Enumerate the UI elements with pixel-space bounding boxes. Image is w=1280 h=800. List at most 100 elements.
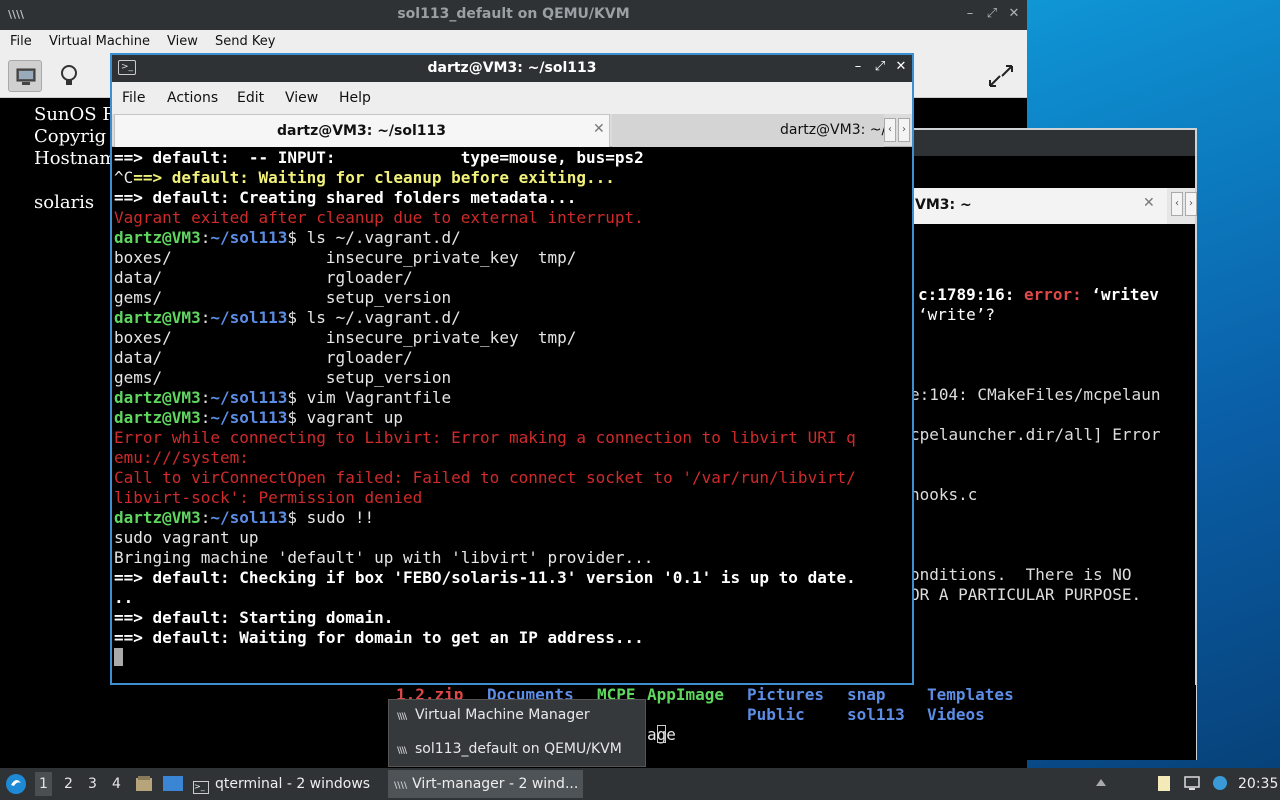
terminal-cursor xyxy=(114,648,123,666)
terminal-output[interactable]: ==> default: -- INPUT: type=mouse, bus=p… xyxy=(114,148,910,683)
popup-item-virtual-machine-manager[interactable]: \\\\ Virtual Machine Manager xyxy=(397,707,590,733)
minimize-icon[interactable]: – xyxy=(962,6,978,22)
output-line: sudo vagrant up xyxy=(114,528,259,547)
fullscreen-icon xyxy=(989,65,1013,87)
background-terminal-line: onditions. There is NO xyxy=(910,565,1132,584)
console-line: Hostnam xyxy=(34,148,117,169)
tab-scroll-right-icon[interactable]: › xyxy=(1185,192,1197,216)
tab-label: dartz@VM3: ~/ xyxy=(780,122,887,138)
background-terminal-line: OR A PARTICULAR PURPOSE. xyxy=(910,585,1142,604)
vm-menu-view[interactable]: View xyxy=(167,34,198,49)
dir-entry: Videos xyxy=(927,705,985,724)
output-line: boxes/ insecure_private_key tmp/ xyxy=(114,248,577,267)
dir-entry: Templates xyxy=(927,685,1014,704)
menu-actions[interactable]: Actions xyxy=(167,90,218,106)
dir-entry: sol113 xyxy=(847,705,905,724)
output-line: ==> default: Checking if box 'FEBO/solar… xyxy=(114,568,856,587)
task-qterminal[interactable]: >_ qterminal - 2 windows xyxy=(189,770,384,798)
clock[interactable]: 20:35 xyxy=(1238,776,1278,792)
popup-item-vm-viewer[interactable]: \\\\ sol113_default on QEMU/KVM xyxy=(397,741,622,767)
background-terminal-line: cpelauncher.dir/all] Error xyxy=(910,425,1161,444)
taskbar: 1 2 3 4 >_ qterminal - 2 windows \\\\ Virt… xyxy=(0,768,1280,800)
lightbulb-icon xyxy=(61,65,77,85)
menu-file[interactable]: File xyxy=(122,90,145,106)
clipboard-icon[interactable] xyxy=(1155,774,1173,792)
error-line: Call to virConnectOpen failed: Failed to… xyxy=(114,468,856,487)
menu-view[interactable]: View xyxy=(285,90,318,106)
tab-home[interactable]: dartz@VM3: ~/ xyxy=(612,114,887,147)
maximize-icon[interactable]: ⤢ xyxy=(871,59,889,77)
workspace-2[interactable]: 2 xyxy=(64,776,73,792)
tab-scroll-left-icon[interactable]: ‹ xyxy=(884,118,896,142)
file-manager-icon[interactable] xyxy=(134,774,154,794)
dir-entry: Pictures xyxy=(747,685,825,704)
update-notifier-icon[interactable] xyxy=(1211,774,1229,792)
workspace-1[interactable]: 1 xyxy=(35,772,52,796)
console-line: solaris xyxy=(34,192,95,213)
output-line: Bringing machine 'default' up with 'libv… xyxy=(114,548,654,567)
terminal-titlebar: >_ dartz@VM3: ~/sol113 – ⤢ ✕ xyxy=(112,55,912,82)
show-console-button[interactable] xyxy=(8,60,42,92)
virt-manager-icon: \\\\ xyxy=(397,712,407,722)
output-line: ^C==> default: Waiting for cleanup befor… xyxy=(114,168,615,187)
background-terminal-tabbar: VM3: ~ ✕ ‹ › xyxy=(895,188,1197,224)
background-terminal-window[interactable]: VM3: ~ ✕ ‹ › c:1789:16: error: ‘writev ‘… xyxy=(893,128,1197,760)
cursor-line xyxy=(114,648,910,668)
task-virt-manager[interactable]: \\\\ Virt-manager - 2 wind... xyxy=(388,770,583,798)
vm-menu-file[interactable]: File xyxy=(10,34,32,49)
output-line: gems/ setup_version xyxy=(114,368,452,387)
virt-manager-icon: \\\\ xyxy=(397,746,407,756)
background-terminal-line: hooks.c xyxy=(910,485,978,504)
close-tab-icon[interactable]: ✕ xyxy=(1143,195,1155,211)
network-icon[interactable] xyxy=(1183,774,1201,792)
maximize-icon[interactable]: ⤢ xyxy=(984,6,1000,22)
show-desktop-icon[interactable] xyxy=(162,774,184,794)
qterminal-window: >_ dartz@VM3: ~/sol113 – ⤢ ✕ File Action… xyxy=(110,53,914,685)
tab-sol113[interactable]: dartz@VM3: ~/sol113 ✕ xyxy=(114,114,610,147)
vm-menubar: File Virtual Machine View Send Key xyxy=(0,30,1027,54)
error-line: emu:///system: xyxy=(114,448,249,467)
tab-scroll-left-icon[interactable]: ‹ xyxy=(1171,192,1183,216)
vm-menu-virtual-machine[interactable]: Virtual Machine xyxy=(49,34,150,49)
virt-manager-icon: \\\\ xyxy=(394,781,408,791)
close-icon[interactable]: ✕ xyxy=(892,59,910,77)
output-line: ==> default: Starting domain. xyxy=(114,608,394,627)
output-line: ==> default: -- INPUT: type=mouse, bus=p… xyxy=(114,148,644,167)
vm-titlebar: \\\\ sol113_default on QEMU/KVM – ⤢ ✕ xyxy=(0,0,1027,30)
dir-entry: Public xyxy=(747,705,805,724)
prompt-line: dartz@VM3:~/sol113$ vagrant up xyxy=(114,408,403,427)
dir-entry: snap xyxy=(847,685,886,704)
menu-help[interactable]: Help xyxy=(339,90,371,106)
error-line: libvirt-sock': Permission denied xyxy=(114,488,423,507)
menu-edit[interactable]: Edit xyxy=(237,90,264,106)
output-line: boxes/ insecure_private_key tmp/ xyxy=(114,328,577,347)
close-tab-icon[interactable]: ✕ xyxy=(593,121,605,137)
prompt-line: dartz@VM3:~/sol113$ ls ~/.vagrant.d/ xyxy=(114,228,461,247)
start-menu-icon[interactable] xyxy=(5,773,27,795)
output-line: gems/ setup_version xyxy=(114,288,452,307)
terminal-window-title: dartz@VM3: ~/sol113 xyxy=(427,60,597,76)
output-line: ==> default: Creating shared folders met… xyxy=(114,188,577,207)
show-details-button[interactable] xyxy=(52,60,86,92)
terminal-tabbar: dartz@VM3: ~/sol113 ✕ dartz@VM3: ~/ ‹ › xyxy=(112,114,912,147)
console-line: SunOS R xyxy=(34,104,116,125)
prompt-line: dartz@VM3:~/sol113$ ls ~/.vagrant.d/ xyxy=(114,308,461,327)
vm-window-title: sol113_default on QEMU/KVM xyxy=(397,6,630,22)
background-terminal-line: e:104: CMakeFiles/mcpelaun xyxy=(910,385,1161,404)
error-line: Vagrant exited after cleanup due to exte… xyxy=(114,208,644,227)
workspace-3[interactable]: 3 xyxy=(88,776,97,792)
vm-menu-send-key[interactable]: Send Key xyxy=(215,34,275,49)
prompt-line: dartz@VM3:~/sol113$ sudo !! xyxy=(114,508,375,527)
workspace-4[interactable]: 4 xyxy=(112,776,121,792)
output-line: ==> default: Waiting for domain to get a… xyxy=(114,628,644,647)
minimize-icon[interactable]: – xyxy=(849,59,867,77)
background-terminal-tab[interactable]: VM3: ~ ✕ xyxy=(895,188,1167,224)
volume-up-icon[interactable] xyxy=(1092,774,1110,792)
background-terminal-titlebar xyxy=(895,130,1195,156)
output-line: data/ rgloader/ xyxy=(114,348,413,367)
tab-scroll-right-icon[interactable]: › xyxy=(898,118,910,142)
fullscreen-button[interactable] xyxy=(984,60,1018,92)
close-icon[interactable]: ✕ xyxy=(1006,6,1022,22)
prompt-line: dartz@VM3:~/sol113$ vim Vagrantfile xyxy=(114,388,452,407)
taskbar-window-list-popup: \\\\ Virtual Machine Manager \\\\ sol113_d… xyxy=(388,699,646,767)
